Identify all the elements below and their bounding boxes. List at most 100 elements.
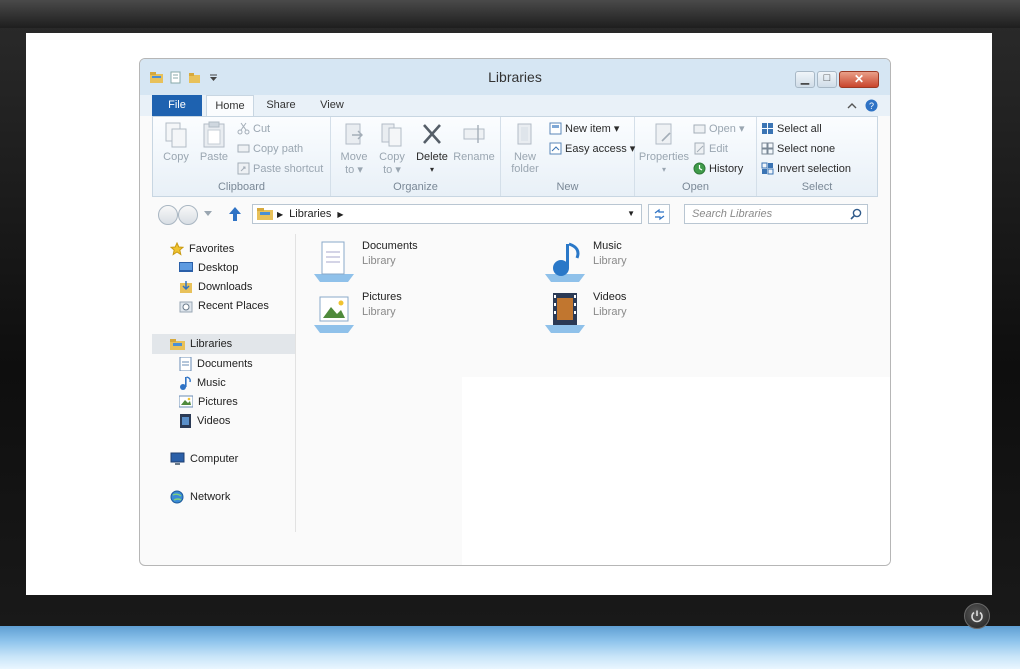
picture-icon <box>179 395 193 408</box>
rename-icon <box>463 125 485 143</box>
power-button[interactable] <box>964 603 990 629</box>
tab-view[interactable]: View <box>310 95 354 116</box>
organize-group: Move to ▾ Copy to ▾ Delete ▾ Rename Organ… <box>331 117 501 196</box>
nav-desktop-label: Desktop <box>198 261 239 274</box>
star-icon <box>170 242 184 256</box>
copy-path-button[interactable]: Copy path <box>237 142 303 155</box>
nav-network[interactable]: Network <box>170 490 230 504</box>
select-none-button[interactable]: Select none <box>761 142 835 155</box>
library-tile-music[interactable]: Music Library <box>543 240 627 284</box>
cut-button[interactable]: Cut <box>237 122 270 135</box>
properties-button[interactable]: Properties ▾ <box>637 121 691 175</box>
breadcrumb-libraries[interactable]: Libraries <box>289 208 331 220</box>
copy-button[interactable]: Copy <box>159 121 193 163</box>
maximize-button[interactable]: □ <box>817 71 837 88</box>
recent-locations-dropdown-icon[interactable] <box>204 211 212 217</box>
copy-to-label-2: to ▾ <box>383 164 401 176</box>
rename-label: Rename <box>453 151 495 163</box>
explorer-window: Libraries ▁ □ ✕ File Home Share View ? C… <box>139 58 891 566</box>
history-button[interactable]: History <box>693 162 743 175</box>
open-icon <box>693 124 706 134</box>
nav-videos[interactable]: Videos <box>179 414 230 428</box>
navigation-pane: Favorites Desktop Downloads Recent Place… <box>152 234 296 532</box>
library-tile-pictures[interactable]: Pictures Library <box>312 291 402 335</box>
minimize-ribbon-icon[interactable] <box>847 101 857 111</box>
window-title: Libraries <box>488 69 542 85</box>
history-icon <box>693 162 706 175</box>
move-to-button[interactable]: Move to ▾ <box>337 121 371 176</box>
tab-share[interactable]: Share <box>260 95 302 116</box>
recent-places-icon <box>179 301 193 313</box>
new-item-label: New item ▾ <box>565 123 620 135</box>
document-icon <box>314 241 354 282</box>
nav-favorites[interactable]: Favorites <box>170 242 234 256</box>
library-type: Library <box>593 306 627 318</box>
select-all-label: Select all <box>777 122 822 135</box>
nav-libraries[interactable]: Libraries <box>152 334 295 354</box>
search-input[interactable]: Search Libraries <box>684 204 868 224</box>
paste-button[interactable]: Paste <box>197 121 231 163</box>
paste-shortcut-button[interactable]: Paste shortcut <box>237 162 323 175</box>
up-arrow-icon[interactable] <box>228 206 242 222</box>
nav-desktop[interactable]: Desktop <box>179 261 238 274</box>
nav-pictures[interactable]: Pictures <box>179 395 238 408</box>
nav-recent-places[interactable]: Recent Places <box>179 299 269 313</box>
scissors-icon <box>237 122 250 135</box>
library-tile-documents[interactable]: Documents Library <box>312 240 418 284</box>
new-item-button[interactable]: New item ▾ <box>549 122 619 135</box>
edit-icon <box>694 142 705 155</box>
edit-button[interactable]: Edit <box>693 142 728 155</box>
nav-music[interactable]: Music <box>179 376 226 390</box>
breadcrumb-chevron-icon[interactable]: ▶ <box>337 210 343 219</box>
delete-button[interactable]: Delete ▾ <box>415 121 449 175</box>
nav-pictures-label: Pictures <box>198 395 238 408</box>
history-label: History <box>709 162 744 175</box>
library-tile-videos-text: Videos Library <box>593 291 627 318</box>
library-type: Library <box>593 255 627 267</box>
video-icon <box>180 414 191 428</box>
back-button[interactable] <box>158 205 178 225</box>
svg-text:?: ? <box>869 101 874 111</box>
tab-file[interactable]: File <box>152 95 202 116</box>
ribbon-tab-right: ? <box>847 99 878 112</box>
help-icon[interactable]: ? <box>865 99 878 112</box>
forward-button[interactable] <box>178 205 198 225</box>
title-bar: Libraries ▁ □ ✕ <box>140 59 890 95</box>
document-icon <box>179 357 192 371</box>
rename-button[interactable]: Rename <box>453 121 495 163</box>
refresh-button[interactable] <box>648 204 670 224</box>
library-type: Library <box>362 306 396 318</box>
refresh-icon <box>654 208 665 221</box>
power-icon <box>971 610 983 623</box>
network-icon <box>170 490 184 504</box>
new-folder-button[interactable]: New folder <box>505 121 545 175</box>
tab-home[interactable]: Home <box>206 95 254 116</box>
paste-shortcut-icon <box>237 162 250 175</box>
minimize-button[interactable]: ▁ <box>795 71 815 88</box>
search-icon[interactable] <box>850 208 862 220</box>
select-none-label: Select none <box>777 142 836 155</box>
desktop-icon <box>179 262 193 272</box>
address-bar[interactable]: ▶ Libraries ▶ ▼ <box>252 204 642 224</box>
nav-network-label: Network <box>190 491 231 503</box>
nav-downloads[interactable]: Downloads <box>179 280 252 294</box>
close-button[interactable]: ✕ <box>839 71 879 88</box>
open-button[interactable]: Open ▾ <box>693 122 745 135</box>
window-blank-area <box>462 377 890 565</box>
copy-to-button[interactable]: Copy to ▾ <box>375 121 409 176</box>
properties-dropdown-icon: ▾ <box>661 165 666 174</box>
invert-selection-button[interactable]: Invert selection <box>761 162 851 175</box>
select-all-button[interactable]: Select all <box>761 122 822 135</box>
nav-computer[interactable]: Computer <box>170 452 238 466</box>
close-icon: ✕ <box>853 72 865 86</box>
library-tile-videos[interactable]: Videos Library <box>543 291 627 335</box>
invert-selection-icon <box>761 162 774 175</box>
select-group: Select all Select none Invert selection … <box>757 117 877 196</box>
library-type: Library <box>362 255 396 267</box>
paste-shortcut-label: Paste shortcut <box>253 162 324 175</box>
address-dropdown-icon[interactable]: ▼ <box>627 209 635 218</box>
computer-icon <box>170 452 185 465</box>
move-to-label: Move <box>340 151 368 163</box>
nav-documents[interactable]: Documents <box>179 357 253 371</box>
easy-access-button[interactable]: Easy access ▾ <box>549 142 635 155</box>
